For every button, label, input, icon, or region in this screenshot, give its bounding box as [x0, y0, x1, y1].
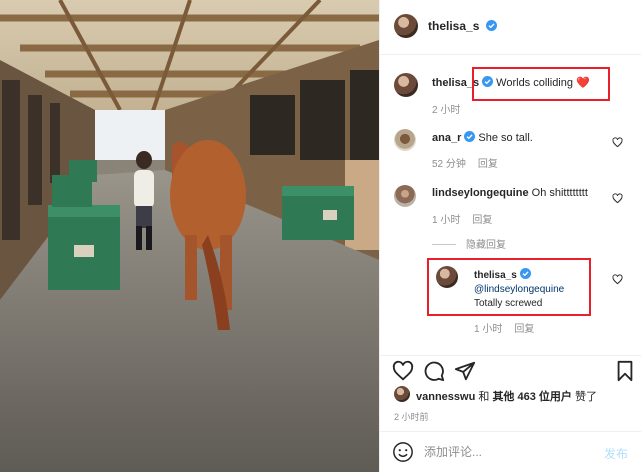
verified-badge-icon: [485, 20, 497, 31]
heart-icon[interactable]: [392, 360, 414, 382]
likes-connector: 和: [475, 391, 493, 403]
comment-like-heart-icon[interactable]: [612, 193, 623, 204]
commenter-avatar[interactable]: [394, 185, 416, 207]
caption-meta: 2 小时: [432, 101, 472, 116]
reply-text: Totally screwed: [474, 298, 543, 309]
reply-like-heart-icon[interactable]: [612, 274, 623, 285]
reply-author-avatar[interactable]: [436, 266, 458, 288]
comment-row: lindseylongequine Oh shitttttttt: [432, 187, 588, 199]
share-icon[interactable]: [454, 360, 476, 382]
reply-meta: 1 小时 回复: [474, 320, 546, 335]
comment-like-heart-icon[interactable]: [612, 137, 623, 148]
caption-highlight-box: [472, 67, 610, 101]
comment-username[interactable]: ana_r: [432, 132, 461, 144]
author-username[interactable]: thelisa_s: [428, 19, 479, 33]
post-photo[interactable]: [0, 0, 379, 472]
verified-badge-icon: [464, 131, 476, 142]
replies-divider-line: [432, 244, 456, 245]
comment-row: ana_r She so tall.: [432, 131, 533, 144]
reply-link[interactable]: 回复: [514, 324, 534, 335]
post-timestamp: 2 小时前: [394, 412, 429, 422]
reply-content: thelisa_s @lindseylongequine Totally scr…: [474, 268, 564, 311]
likes-others-link[interactable]: 其他 463 位用户: [492, 391, 571, 403]
commenter-avatar[interactable]: [394, 129, 416, 151]
comment-time: 52 分钟: [432, 159, 466, 170]
likes-summary: vannesswu 和 其他 463 位用户 赞了: [416, 388, 597, 404]
caption-author-avatar[interactable]: [394, 73, 418, 97]
reply-time: 1 小时: [474, 324, 503, 335]
comment-bar: 发布: [380, 431, 641, 472]
comment-username[interactable]: lindseylongequine: [432, 187, 529, 199]
post-comment-button[interactable]: 发布: [604, 445, 628, 462]
reply-link[interactable]: 回复: [478, 159, 498, 170]
author-avatar[interactable]: [394, 14, 418, 38]
verified-badge-icon: [519, 268, 531, 279]
author-username-row[interactable]: thelisa_s: [428, 19, 497, 33]
instagram-post-view: thelisa_s thelisa_s Worlds colliding ❤️ …: [0, 0, 641, 472]
comment-time: 1 小时: [432, 215, 461, 226]
bookmark-icon[interactable]: [614, 360, 636, 382]
comment-text: Oh shitttttttt: [531, 187, 588, 199]
reply-username[interactable]: thelisa_s: [474, 270, 517, 281]
emoji-icon[interactable]: [392, 441, 414, 463]
comment-meta: 1 小时 回复: [432, 211, 504, 226]
liker-avatar[interactable]: [394, 386, 410, 402]
actions-divider: [380, 355, 641, 356]
comment-meta: 52 分钟 回复: [432, 155, 510, 170]
comment-icon[interactable]: [423, 360, 445, 382]
reply-mention-link[interactable]: @lindseylongequine: [474, 284, 564, 295]
barn-photo-illustration: [0, 0, 379, 472]
post-header: thelisa_s: [380, 0, 641, 55]
likes-suffix: 赞了: [571, 391, 597, 403]
reply-link[interactable]: 回复: [472, 215, 492, 226]
comment-text: She so tall.: [478, 132, 533, 144]
comment-input[interactable]: [424, 442, 594, 462]
liker-username[interactable]: vannesswu: [416, 391, 475, 403]
post-side-panel: thelisa_s thelisa_s Worlds colliding ❤️ …: [379, 0, 641, 472]
hide-replies-label[interactable]: 隐藏回复: [466, 240, 506, 251]
caption-time: 2 小时: [432, 105, 461, 116]
hide-replies-toggle[interactable]: 隐藏回复: [432, 236, 506, 251]
